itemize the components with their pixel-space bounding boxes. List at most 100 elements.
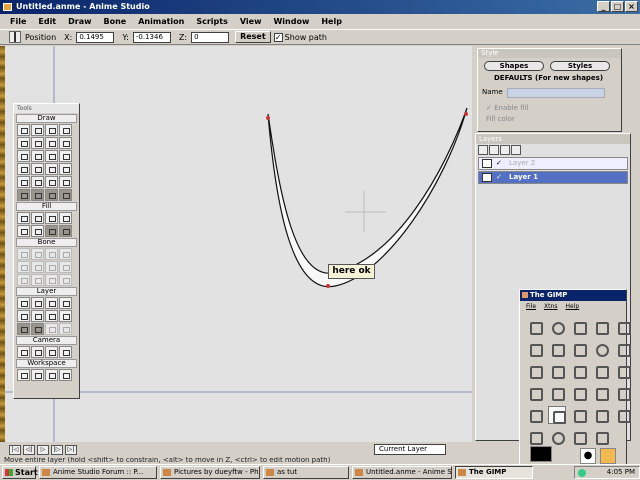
- bucket-fill-icon[interactable]: [592, 384, 610, 402]
- fg-bg-colors[interactable]: [528, 444, 564, 462]
- orbit-workspace-tool[interactable]: [59, 369, 72, 381]
- bone-tool-3[interactable]: [45, 189, 58, 201]
- scale-icon[interactable]: [592, 362, 610, 380]
- line-width-tool[interactable]: [17, 225, 30, 237]
- perspective-icon[interactable]: [526, 384, 544, 402]
- play-icon[interactable]: ▷: [37, 444, 49, 455]
- magnify-icon[interactable]: [592, 340, 610, 358]
- tray-icon[interactable]: [578, 469, 586, 477]
- reset-button[interactable]: Reset: [235, 31, 271, 43]
- ink-icon[interactable]: [614, 406, 632, 424]
- bone-physics-tool[interactable]: [59, 274, 72, 286]
- menu-edit[interactable]: Edit: [38, 15, 56, 28]
- taskbar-item[interactable]: Anime Studio Forum :: P...: [39, 466, 157, 479]
- flip-icon[interactable]: [548, 384, 566, 402]
- free-select-icon[interactable]: [570, 318, 588, 336]
- freehand-tool[interactable]: [17, 150, 30, 162]
- curve-point[interactable]: [464, 112, 468, 116]
- shear-layer-tool[interactable]: [17, 310, 30, 322]
- curve-profile-tool[interactable]: [59, 225, 72, 237]
- pan-workspace-tool[interactable]: [17, 369, 30, 381]
- brush-preview-icon[interactable]: ●: [580, 448, 596, 464]
- transform-tool[interactable]: [31, 176, 44, 188]
- bone-tool-2[interactable]: [31, 189, 44, 201]
- foreground-color-swatch[interactable]: [530, 446, 552, 462]
- close-button[interactable]: ×: [625, 1, 638, 12]
- airbrush-icon[interactable]: [592, 406, 610, 424]
- scatter-tool[interactable]: [17, 176, 30, 188]
- bone-tool-4[interactable]: [59, 189, 72, 201]
- pencil-icon[interactable]: [526, 406, 544, 424]
- menu-help[interactable]: Help: [321, 15, 342, 28]
- eraser-icon[interactable]: [570, 406, 588, 424]
- enable-fill-checkbox[interactable]: ✓: [486, 104, 492, 112]
- menu-file[interactable]: File: [10, 15, 26, 28]
- shear-icon[interactable]: [614, 362, 632, 380]
- move-icon[interactable]: [526, 362, 544, 380]
- rotate-layer-xy-tool[interactable]: [31, 310, 44, 322]
- taskbar-item[interactable]: as tut: [263, 466, 349, 479]
- gimp-menu-help[interactable]: Help: [565, 303, 579, 310]
- layer-visibility-toggle[interactable]: ✓: [496, 173, 505, 182]
- styles-dropdown[interactable]: Styles: [550, 61, 610, 71]
- curve-point[interactable]: [326, 284, 330, 288]
- canvas-text-label[interactable]: here ok: [328, 264, 375, 279]
- translate-layer-tool[interactable]: [31, 297, 44, 309]
- bend-tool[interactable]: [31, 163, 44, 175]
- delete-edge-tool[interactable]: [59, 150, 72, 162]
- new-layer-icon[interactable]: [478, 145, 488, 155]
- bind-layer-tool[interactable]: [17, 274, 30, 286]
- layer-row-2[interactable]: ✓ Layer 2: [478, 157, 628, 170]
- layer-row-1[interactable]: ✓ Layer 1: [478, 171, 628, 184]
- rectangle-tool[interactable]: [31, 150, 44, 162]
- color-select-icon[interactable]: [614, 318, 632, 336]
- gimp-menu-xtns[interactable]: Xtns: [544, 303, 557, 310]
- minimize-button[interactable]: _: [597, 1, 610, 12]
- shear-tool[interactable]: [17, 163, 30, 175]
- start-button[interactable]: Start: [2, 466, 38, 479]
- menu-animation[interactable]: Animation: [138, 15, 184, 28]
- add-bone-tool[interactable]: [17, 261, 30, 273]
- rotate-bone-tool[interactable]: [59, 248, 72, 260]
- select-bone-tool[interactable]: [17, 248, 30, 260]
- track-camera-tool[interactable]: [17, 346, 30, 358]
- current-layer-dropdown[interactable]: Current Layer: [374, 444, 446, 455]
- scale-bone-tool[interactable]: [45, 248, 58, 260]
- shapes-dropdown[interactable]: Shapes: [484, 61, 544, 71]
- bind-points-tool[interactable]: [31, 274, 44, 286]
- y-position-field[interactable]: -0.1346: [132, 31, 171, 43]
- translate-points-tool[interactable]: [31, 124, 44, 136]
- rect-select-icon[interactable]: [526, 318, 544, 336]
- menu-view[interactable]: View: [240, 15, 262, 28]
- color-picker-icon[interactable]: [570, 340, 588, 358]
- layer-visibility-toggle[interactable]: ✓: [496, 159, 505, 168]
- magnet-tool[interactable]: [45, 137, 58, 149]
- rotate-points-tool[interactable]: [59, 124, 72, 136]
- translate-bone-tool[interactable]: [31, 248, 44, 260]
- scale-layer-tool[interactable]: [45, 297, 58, 309]
- blend-icon[interactable]: [614, 384, 632, 402]
- copy-layer-icon[interactable]: [489, 145, 499, 155]
- fuzzy-select-icon[interactable]: [592, 318, 610, 336]
- stroke-exposure-tool[interactable]: [45, 225, 58, 237]
- delete-shape-tool[interactable]: [59, 212, 72, 224]
- particle-layer-tool[interactable]: [59, 310, 72, 322]
- paths-icon[interactable]: [548, 340, 566, 358]
- menu-scripts[interactable]: Scripts: [196, 15, 228, 28]
- bone-tool-1[interactable]: [17, 189, 30, 201]
- select-points-tool[interactable]: [17, 124, 30, 136]
- create-shape-tool[interactable]: [31, 212, 44, 224]
- crop-icon[interactable]: [548, 362, 566, 380]
- select-shape-tool[interactable]: [17, 212, 30, 224]
- boomerang-shape[interactable]: [267, 107, 468, 288]
- measure-icon[interactable]: [614, 340, 632, 358]
- layer-tool-12[interactable]: [59, 323, 72, 335]
- paintbrush-icon[interactable]: [548, 406, 566, 424]
- rotate-workspace-tool[interactable]: [45, 369, 58, 381]
- noise-tool[interactable]: [45, 163, 58, 175]
- smudge-icon[interactable]: [570, 428, 588, 446]
- warp-tool[interactable]: [45, 176, 58, 188]
- taskbar-item[interactable]: Untitled.anme - Anime St...: [352, 466, 452, 479]
- zoom-camera-tool[interactable]: [31, 346, 44, 358]
- set-origin-tool[interactable]: [17, 297, 30, 309]
